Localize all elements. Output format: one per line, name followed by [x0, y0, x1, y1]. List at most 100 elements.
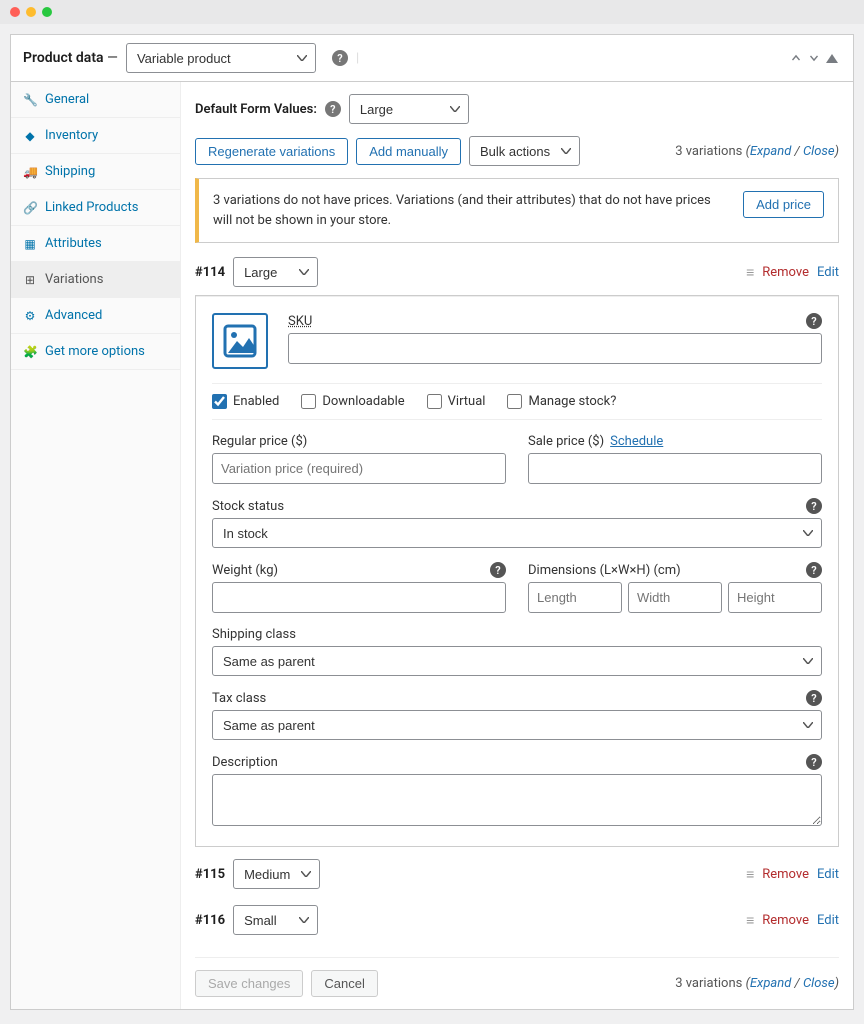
schedule-link[interactable]: Schedule [610, 434, 663, 449]
default-form-select[interactable]: Large [349, 94, 469, 124]
sidebar-item-attributes[interactable]: ▦ Attributes [11, 226, 180, 262]
save-changes-button[interactable]: Save changes [195, 970, 303, 997]
description-textarea[interactable] [212, 774, 822, 826]
help-icon[interactable]: ? [332, 50, 348, 66]
sidebar-item-label: Shipping [45, 164, 95, 179]
collapse-toggle-icon[interactable] [823, 49, 841, 67]
chevron-down-icon[interactable] [805, 49, 823, 67]
sku-input[interactable] [288, 333, 822, 364]
remove-link[interactable]: Remove [762, 867, 809, 882]
stock-status-select[interactable]: In stock [212, 518, 822, 548]
drag-icon[interactable]: ≡ [746, 264, 754, 281]
remove-link[interactable]: Remove [762, 913, 809, 928]
sidebar-item-advanced[interactable]: ⚙ Advanced [11, 298, 180, 334]
sidebar-item-variations[interactable]: ⊞ Variations [11, 262, 180, 298]
sidebar-item-shipping[interactable]: 🚚 Shipping [11, 154, 180, 190]
variation-attribute-select[interactable]: Large [233, 257, 318, 287]
sidebar-item-general[interactable]: 🔧 General [11, 82, 180, 118]
sidebar-item-label: Variations [45, 272, 103, 287]
close-link[interactable]: Close [803, 144, 835, 159]
help-icon[interactable]: ? [490, 562, 506, 578]
chevron-up-icon[interactable] [787, 49, 805, 67]
variation-attribute-select[interactable]: Medium [233, 859, 320, 889]
sidebar-item-label: General [45, 92, 89, 107]
edit-link[interactable]: Edit [817, 265, 839, 280]
tax-class-select[interactable]: Same as parent [212, 710, 822, 740]
manage-stock-checkbox[interactable]: Manage stock? [507, 394, 616, 409]
width-input[interactable] [628, 582, 722, 613]
expand-link[interactable]: Expand [750, 976, 791, 991]
length-input[interactable] [528, 582, 622, 613]
regular-price-label: Regular price ($) [212, 434, 506, 449]
variations-icon: ⊞ [23, 273, 37, 287]
sale-price-input[interactable] [528, 453, 822, 484]
sku-label: SKU ? [288, 313, 822, 329]
gear-icon: ⚙ [23, 309, 37, 323]
separator: | [356, 51, 359, 66]
sidebar-item-linked[interactable]: 🔗 Linked Products [11, 190, 180, 226]
price-notice: 3 variations do not have prices. Variati… [195, 178, 839, 243]
height-input[interactable] [728, 582, 822, 613]
sidebar-item-more[interactable]: 🧩 Get more options [11, 334, 180, 370]
close-link[interactable]: Close [803, 976, 835, 991]
variation-id: #115 [195, 867, 225, 882]
edit-link[interactable]: Edit [817, 867, 839, 882]
remove-link[interactable]: Remove [762, 265, 809, 280]
wrench-icon: 🔧 [23, 93, 37, 107]
regenerate-variations-button[interactable]: Regenerate variations [195, 138, 348, 165]
drag-icon[interactable]: ≡ [746, 866, 754, 883]
edit-link[interactable]: Edit [817, 913, 839, 928]
add-price-button[interactable]: Add price [743, 191, 824, 218]
variation-attribute-select[interactable]: Small [233, 905, 318, 935]
sale-price-label: Sale price ($) Schedule [528, 434, 822, 449]
titlebar [0, 0, 864, 24]
shipping-class-label: Shipping class [212, 627, 822, 642]
maximize-window-icon[interactable] [42, 7, 52, 17]
help-icon[interactable]: ? [806, 313, 822, 329]
product-type-select[interactable]: Variable product [126, 43, 316, 73]
tax-class-label: Tax class? [212, 690, 822, 706]
sidebar-item-label: Advanced [45, 308, 102, 323]
minimize-window-icon[interactable] [26, 7, 36, 17]
weight-input[interactable] [212, 582, 506, 613]
plugin-icon: 🧩 [23, 345, 37, 359]
notice-text: 3 variations do not have prices. Variati… [213, 191, 725, 230]
variation-header: #114 Large ≡ Remove Edit [195, 257, 839, 295]
sidebar-item-label: Inventory [45, 128, 98, 143]
dimensions-label: Dimensions (L×W×H) (cm)? [528, 562, 822, 578]
help-icon[interactable]: ? [806, 498, 822, 514]
bulk-actions-select[interactable]: Bulk actions [469, 136, 580, 166]
drag-icon[interactable]: ≡ [746, 912, 754, 929]
stock-status-label: Stock status? [212, 498, 822, 514]
add-manually-button[interactable]: Add manually [356, 138, 461, 165]
sidebar-item-label: Attributes [45, 236, 102, 251]
expand-link[interactable]: Expand [750, 144, 791, 159]
truck-icon: 🚚 [23, 165, 37, 179]
sidebar-item-label: Linked Products [45, 200, 138, 215]
cancel-button[interactable]: Cancel [311, 970, 377, 997]
regular-price-input[interactable] [212, 453, 506, 484]
variation-header: #115 Medium ≡ Remove Edit [195, 859, 839, 897]
help-icon[interactable]: ? [806, 754, 822, 770]
content: Default Form Values: ? Large Regenerate … [181, 82, 853, 1009]
help-icon[interactable]: ? [325, 101, 341, 117]
sidebar-item-label: Get more options [45, 344, 145, 359]
grid-icon: ▦ [23, 237, 37, 251]
help-icon[interactable]: ? [806, 562, 822, 578]
description-label: Description? [212, 754, 822, 770]
variation-body: SKU ? Enabled [195, 295, 839, 847]
close-window-icon[interactable] [10, 7, 20, 17]
shipping-class-select[interactable]: Same as parent [212, 646, 822, 676]
product-data-panel: Product data — Variable product ? | 🔧 Ge… [10, 34, 854, 1010]
downloadable-checkbox[interactable]: Downloadable [301, 394, 404, 409]
sidebar-item-inventory[interactable]: ◆ Inventory [11, 118, 180, 154]
variation-image-placeholder[interactable] [212, 313, 268, 369]
panel-title: Product data — [23, 50, 118, 66]
link-icon: 🔗 [23, 201, 37, 215]
variation-id: #114 [195, 265, 225, 280]
variations-count: 3 variations (Expand / Close) [675, 144, 839, 159]
enabled-checkbox[interactable]: Enabled [212, 394, 279, 409]
variations-count-footer: 3 variations (Expand / Close) [675, 976, 839, 991]
virtual-checkbox[interactable]: Virtual [427, 394, 486, 409]
help-icon[interactable]: ? [806, 690, 822, 706]
